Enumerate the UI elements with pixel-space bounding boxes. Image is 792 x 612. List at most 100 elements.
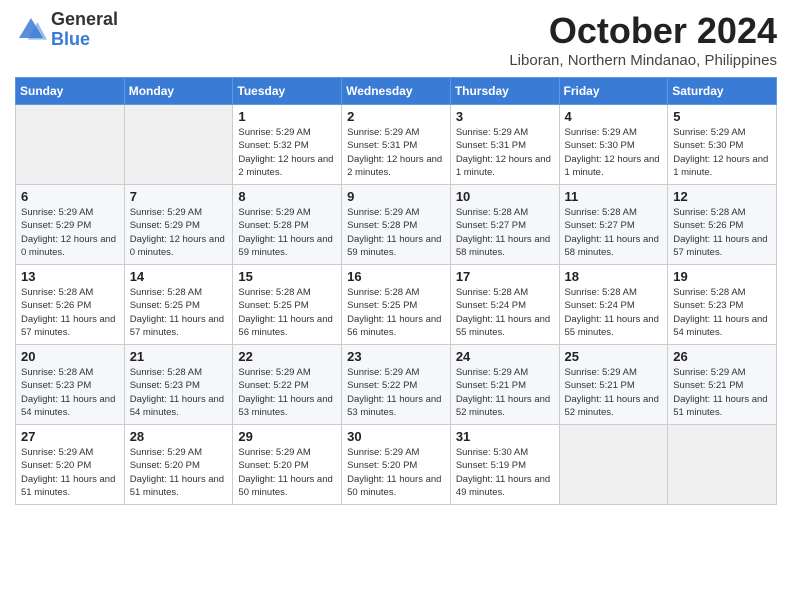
day-number: 26 <box>673 349 771 364</box>
calendar-cell: 10 Sunrise: 5:28 AMSunset: 5:27 PMDayligh… <box>450 185 559 265</box>
calendar-cell: 17 Sunrise: 5:28 AMSunset: 5:24 PMDayligh… <box>450 265 559 345</box>
calendar-cell: 15Sunrise: 5:28 AMSunset: 5:25 PMDayligh… <box>233 265 342 345</box>
cell-info: Sunrise: 5:28 AMSunset: 5:26 PMDaylight:… <box>21 286 119 339</box>
calendar-cell <box>668 425 777 505</box>
calendar-week-2: 6 Sunrise: 5:29 AMSunset: 5:29 PMDaylight… <box>16 185 777 265</box>
calendar-cell: 11 Sunrise: 5:28 AMSunset: 5:27 PMDayligh… <box>559 185 668 265</box>
logo-general: General <box>51 10 118 30</box>
cell-info: Sunrise: 5:29 AMSunset: 5:30 PMDaylight:… <box>565 126 663 179</box>
cell-info: Sunrise: 5:29 AMSunset: 5:20 PMDaylight:… <box>21 446 119 499</box>
day-number: 13 <box>21 269 119 284</box>
calendar-cell: 23 Sunrise: 5:29 AMSunset: 5:22 PMDayligh… <box>342 345 451 425</box>
day-number: 22 <box>238 349 336 364</box>
day-number: 12 <box>673 189 771 204</box>
cell-info: Sunrise: 5:29 AMSunset: 5:21 PMDaylight:… <box>565 366 663 419</box>
day-number: 3 <box>456 109 554 124</box>
day-number: 6 <box>21 189 119 204</box>
location-subtitle: Liboran, Northern Mindanao, Philippines <box>509 52 777 69</box>
calendar-cell: 8Sunrise: 5:29 AMSunset: 5:28 PMDaylight… <box>233 185 342 265</box>
cell-info: Sunrise: 5:28 AMSunset: 5:23 PMDaylight:… <box>130 366 228 419</box>
day-number: 4 <box>565 109 663 124</box>
cell-info: Sunrise: 5:28 AMSunset: 5:27 PMDaylight:… <box>456 206 554 259</box>
calendar-cell: 16 Sunrise: 5:28 AMSunset: 5:25 PMDayligh… <box>342 265 451 345</box>
day-number: 19 <box>673 269 771 284</box>
col-header-monday: Monday <box>124 78 233 105</box>
calendar-cell: 27 Sunrise: 5:29 AMSunset: 5:20 PMDayligh… <box>16 425 125 505</box>
logo-blue-text: Blue <box>51 30 118 50</box>
calendar-week-5: 27 Sunrise: 5:29 AMSunset: 5:20 PMDayligh… <box>16 425 777 505</box>
logo: General Blue <box>15 10 118 50</box>
page-header: General Blue October 2024 Liboran, North… <box>15 10 777 69</box>
calendar-cell <box>124 105 233 185</box>
calendar-cell: 22 Sunrise: 5:29 AMSunset: 5:22 PMDayligh… <box>233 345 342 425</box>
calendar-cell: 2Sunrise: 5:29 AMSunset: 5:31 PMDaylight… <box>342 105 451 185</box>
month-title: October 2024 <box>509 10 777 52</box>
calendar-cell: 25 Sunrise: 5:29 AMSunset: 5:21 PMDayligh… <box>559 345 668 425</box>
calendar-table: SundayMondayTuesdayWednesdayThursdayFrid… <box>15 77 777 505</box>
cell-info: Sunrise: 5:29 AMSunset: 5:20 PMDaylight:… <box>238 446 336 499</box>
cell-info: Sunrise: 5:28 AMSunset: 5:27 PMDaylight:… <box>565 206 663 259</box>
col-header-saturday: Saturday <box>668 78 777 105</box>
calendar-cell <box>559 425 668 505</box>
cell-info: Sunrise: 5:29 AMSunset: 5:29 PMDaylight:… <box>130 206 228 259</box>
calendar-cell: 26 Sunrise: 5:29 AMSunset: 5:21 PMDayligh… <box>668 345 777 425</box>
calendar-cell: 29Sunrise: 5:29 AMSunset: 5:20 PMDayligh… <box>233 425 342 505</box>
calendar-week-3: 13 Sunrise: 5:28 AMSunset: 5:26 PMDayligh… <box>16 265 777 345</box>
calendar-cell: 20Sunrise: 5:28 AMSunset: 5:23 PMDayligh… <box>16 345 125 425</box>
day-number: 7 <box>130 189 228 204</box>
calendar-cell: 18Sunrise: 5:28 AMSunset: 5:24 PMDayligh… <box>559 265 668 345</box>
calendar-week-4: 20Sunrise: 5:28 AMSunset: 5:23 PMDayligh… <box>16 345 777 425</box>
day-number: 23 <box>347 349 445 364</box>
day-number: 14 <box>130 269 228 284</box>
cell-info: Sunrise: 5:29 AMSunset: 5:29 PMDaylight:… <box>21 206 119 259</box>
cell-info: Sunrise: 5:28 AMSunset: 5:24 PMDaylight:… <box>565 286 663 339</box>
cell-info: Sunrise: 5:29 AMSunset: 5:22 PMDaylight:… <box>347 366 445 419</box>
day-number: 21 <box>130 349 228 364</box>
calendar-week-1: 1 Sunrise: 5:29 AMSunset: 5:32 PMDaylight… <box>16 105 777 185</box>
day-number: 17 <box>456 269 554 284</box>
cell-info: Sunrise: 5:28 AMSunset: 5:25 PMDaylight:… <box>130 286 228 339</box>
day-number: 30 <box>347 429 445 444</box>
col-header-sunday: Sunday <box>16 78 125 105</box>
day-number: 5 <box>673 109 771 124</box>
day-number: 8 <box>238 189 336 204</box>
calendar-cell <box>16 105 125 185</box>
day-number: 16 <box>347 269 445 284</box>
day-number: 15 <box>238 269 336 284</box>
cell-info: Sunrise: 5:29 AMSunset: 5:32 PMDaylight:… <box>238 126 336 179</box>
col-header-tuesday: Tuesday <box>233 78 342 105</box>
day-number: 31 <box>456 429 554 444</box>
calendar-cell: 31Sunrise: 5:30 AMSunset: 5:19 PMDayligh… <box>450 425 559 505</box>
cell-info: Sunrise: 5:29 AMSunset: 5:21 PMDaylight:… <box>673 366 771 419</box>
calendar-cell: 24Sunrise: 5:29 AMSunset: 5:21 PMDayligh… <box>450 345 559 425</box>
day-number: 27 <box>21 429 119 444</box>
calendar-cell: 9Sunrise: 5:29 AMSunset: 5:28 PMDaylight… <box>342 185 451 265</box>
cell-info: Sunrise: 5:28 AMSunset: 5:23 PMDaylight:… <box>673 286 771 339</box>
cell-info: Sunrise: 5:28 AMSunset: 5:23 PMDaylight:… <box>21 366 119 419</box>
day-number: 11 <box>565 189 663 204</box>
cell-info: Sunrise: 5:29 AMSunset: 5:22 PMDaylight:… <box>238 366 336 419</box>
calendar-header-row: SundayMondayTuesdayWednesdayThursdayFrid… <box>16 78 777 105</box>
calendar-cell: 4 Sunrise: 5:29 AMSunset: 5:30 PMDaylight… <box>559 105 668 185</box>
cell-info: Sunrise: 5:29 AMSunset: 5:21 PMDaylight:… <box>456 366 554 419</box>
day-number: 10 <box>456 189 554 204</box>
cell-info: Sunrise: 5:29 AMSunset: 5:31 PMDaylight:… <box>456 126 554 179</box>
calendar-cell: 12 Sunrise: 5:28 AMSunset: 5:26 PMDayligh… <box>668 185 777 265</box>
day-number: 25 <box>565 349 663 364</box>
col-header-wednesday: Wednesday <box>342 78 451 105</box>
calendar-cell: 7 Sunrise: 5:29 AMSunset: 5:29 PMDaylight… <box>124 185 233 265</box>
cell-info: Sunrise: 5:29 AMSunset: 5:20 PMDaylight:… <box>130 446 228 499</box>
cell-info: Sunrise: 5:28 AMSunset: 5:25 PMDaylight:… <box>347 286 445 339</box>
cell-info: Sunrise: 5:28 AMSunset: 5:26 PMDaylight:… <box>673 206 771 259</box>
logo-icon <box>15 14 47 46</box>
col-header-friday: Friday <box>559 78 668 105</box>
cell-info: Sunrise: 5:29 AMSunset: 5:28 PMDaylight:… <box>347 206 445 259</box>
logo-text: General Blue <box>51 10 118 50</box>
cell-info: Sunrise: 5:28 AMSunset: 5:24 PMDaylight:… <box>456 286 554 339</box>
calendar-cell: 28Sunrise: 5:29 AMSunset: 5:20 PMDayligh… <box>124 425 233 505</box>
calendar-cell: 6 Sunrise: 5:29 AMSunset: 5:29 PMDaylight… <box>16 185 125 265</box>
calendar-cell: 13 Sunrise: 5:28 AMSunset: 5:26 PMDayligh… <box>16 265 125 345</box>
calendar-cell: 19 Sunrise: 5:28 AMSunset: 5:23 PMDayligh… <box>668 265 777 345</box>
day-number: 1 <box>238 109 336 124</box>
cell-info: Sunrise: 5:29 AMSunset: 5:20 PMDaylight:… <box>347 446 445 499</box>
